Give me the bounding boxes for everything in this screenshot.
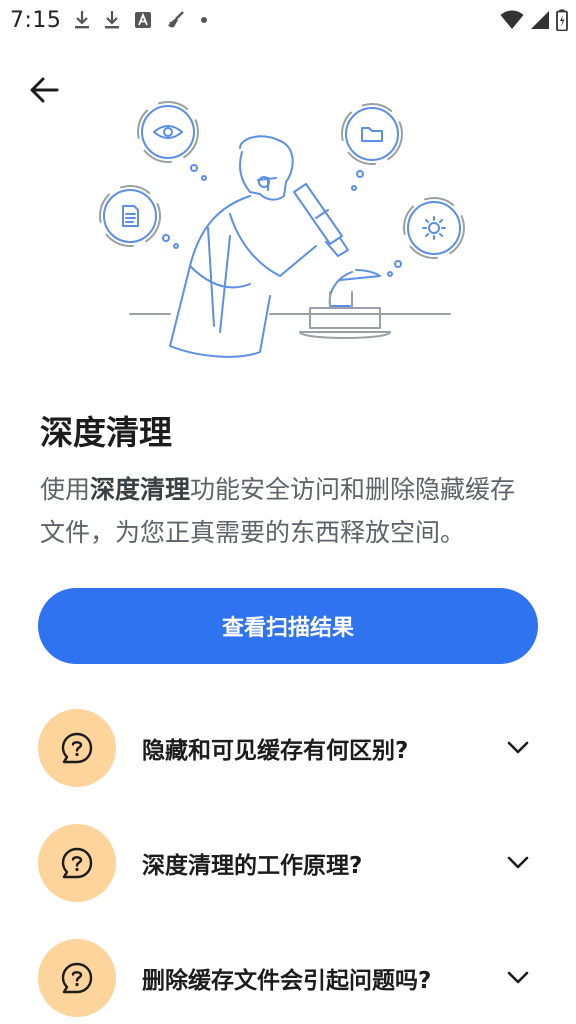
faq-question: 隐藏和可见缓存有何区别? [142, 738, 409, 764]
status-bar: 7:15 [0, 0, 576, 40]
view-scan-results-button[interactable]: 查看扫描结果 [38, 588, 538, 664]
broom-icon [166, 10, 186, 30]
chevron-down-icon[interactable] [502, 962, 534, 994]
system-icons [500, 6, 568, 34]
signal-icon [530, 10, 550, 30]
faq-icon-container [38, 824, 116, 902]
app-a-icon [134, 11, 152, 29]
faq-question: 删除缓存文件会引起问题吗? [142, 968, 432, 994]
wifi-icon [500, 10, 524, 30]
chevron-down-icon[interactable] [502, 732, 534, 764]
faq-item-deletion-issues[interactable]: 删除缓存文件会引起问题吗? [38, 939, 538, 1017]
dot-icon [200, 16, 208, 24]
question-bubble-icon [61, 962, 93, 994]
faq-icon-container [38, 709, 116, 787]
download-icon [104, 10, 120, 30]
folder-icon [341, 103, 403, 165]
faq-item-how-it-works[interactable]: 深度清理的工作原理? [38, 824, 538, 902]
back-button[interactable] [22, 70, 66, 110]
feature-description: 使用深度清理功能安全访问和删除隐藏缓存文件，为您正真需要的东西释放空间。 [40, 468, 540, 554]
hero-illustration [90, 96, 486, 366]
notification-icons [74, 6, 208, 34]
document-icon [99, 185, 161, 247]
download-icon [74, 10, 90, 30]
description-highlight: 深度清理 [90, 475, 191, 504]
eye-icon [137, 101, 199, 163]
page-title: 深度清理 [40, 413, 172, 452]
status-time: 7:15 [10, 8, 62, 33]
question-bubble-icon [61, 847, 93, 879]
gear-icon [403, 197, 465, 259]
faq-icon-container [38, 939, 116, 1017]
arrow-left-icon [30, 77, 59, 103]
description-prefix: 使用 [40, 475, 91, 504]
chevron-down-icon[interactable] [502, 847, 534, 879]
faq-question: 深度清理的工作原理? [142, 853, 363, 879]
battery-icon [556, 9, 568, 31]
question-bubble-icon [61, 732, 93, 764]
faq-item-cache-difference[interactable]: 隐藏和可见缓存有何区别? [38, 709, 538, 787]
